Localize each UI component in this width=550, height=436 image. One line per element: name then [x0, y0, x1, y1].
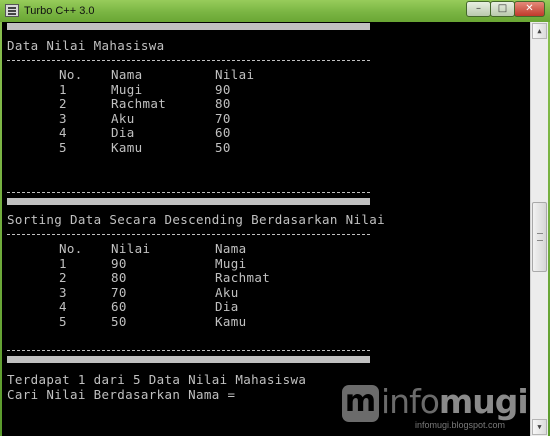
calculator-terminal-icon[interactable]	[5, 4, 19, 17]
table2-header-nilai: Nilai	[111, 241, 151, 256]
table1-row-3-nama: Aku	[111, 111, 135, 126]
table1-row-5-nilai: 50	[215, 140, 231, 155]
dashed-divider	[7, 60, 370, 61]
section-title-data: Data Nilai Mahasiswa	[7, 38, 165, 53]
separator-bar	[7, 356, 370, 363]
separator-bar	[7, 23, 370, 30]
table1-row-3-nilai: 70	[215, 111, 231, 126]
watermark-word-info: info	[381, 382, 440, 421]
table1-row-4-nilai: 60	[215, 125, 231, 140]
turbo-cpp-window: Turbo C++ 3.0 – □ ✕ Data Nilai Mahasiswa…	[0, 0, 550, 436]
scroll-thumb[interactable]	[532, 202, 547, 272]
watermark-url: infomugi.blogspot.com	[415, 420, 506, 430]
table1-header-no: No.	[59, 67, 83, 82]
table2-header-no: No.	[59, 241, 83, 256]
table1-row-4-no: 4	[59, 125, 67, 140]
table1-row-1-nama: Mugi	[111, 82, 143, 97]
table1-row-2-no: 2	[59, 96, 67, 111]
table2-row-5-no: 5	[59, 314, 67, 329]
table2-row-1-no: 1	[59, 256, 67, 271]
table1-row-2-nama: Rachmat	[111, 96, 167, 111]
close-button[interactable]: ✕	[514, 1, 545, 17]
table1-row-2-nilai: 80	[215, 96, 231, 111]
table1-row-3-no: 3	[59, 111, 67, 126]
table2-header-nama: Nama	[215, 241, 247, 256]
table1-row-5-no: 5	[59, 140, 67, 155]
table2-row-4-no: 4	[59, 299, 67, 314]
scroll-up-arrow-icon[interactable]: ▲	[532, 23, 547, 39]
window-title: Turbo C++ 3.0	[24, 5, 95, 17]
watermark-logo-badge: m	[342, 385, 379, 422]
table1-header-nama: Nama	[111, 67, 143, 82]
infomugi-watermark: m infomugi infomugi.blogspot.com	[342, 382, 529, 434]
table2-row-3-nama: Aku	[215, 285, 239, 300]
title-bar[interactable]: Turbo C++ 3.0 – □ ✕	[0, 0, 550, 22]
table2-row-5-nama: Kamu	[215, 314, 247, 329]
table1-header-nilai: Nilai	[215, 67, 255, 82]
table2-row-1-nama: Mugi	[215, 256, 247, 271]
dashed-divider	[7, 234, 370, 235]
table1-row-1-nilai: 90	[215, 82, 231, 97]
table1-row-5-nama: Kamu	[111, 140, 143, 155]
maximize-button[interactable]: □	[490, 1, 515, 17]
section-title-sorting: Sorting Data Secara Descending Berdasark…	[7, 212, 386, 227]
dashed-divider	[7, 192, 370, 193]
vertical-scrollbar[interactable]: ▲ ▼	[530, 22, 548, 436]
grip-icon	[537, 233, 543, 241]
table2-row-4-nama: Dia	[215, 299, 239, 314]
console-output[interactable]: Data Nilai Mahasiswa No. Nama Nilai 1 Mu…	[2, 22, 530, 436]
table2-row-4-nilai: 60	[111, 299, 127, 314]
search-result-text: Terdapat 1 dari 5 Data Nilai Mahasiswa	[7, 372, 307, 387]
table2-row-3-nilai: 70	[111, 285, 127, 300]
table2-row-3-no: 3	[59, 285, 67, 300]
table2-row-2-nama: Rachmat	[215, 270, 271, 285]
minimize-button[interactable]: –	[466, 1, 491, 17]
table1-row-4-nama: Dia	[111, 125, 135, 140]
table2-row-2-no: 2	[59, 270, 67, 285]
scroll-down-arrow-icon[interactable]: ▼	[532, 419, 547, 435]
table2-row-1-nilai: 90	[111, 256, 127, 271]
watermark-word-mugi: mugi	[438, 382, 529, 421]
table2-row-5-nilai: 50	[111, 314, 127, 329]
table2-row-2-nilai: 80	[111, 270, 127, 285]
separator-bar	[7, 198, 370, 205]
table1-row-1-no: 1	[59, 82, 67, 97]
search-prompt-text: Cari Nilai Berdasarkan Nama =	[7, 387, 236, 402]
dashed-divider	[7, 350, 370, 351]
watermark-wordmark: infomugi	[381, 382, 529, 422]
